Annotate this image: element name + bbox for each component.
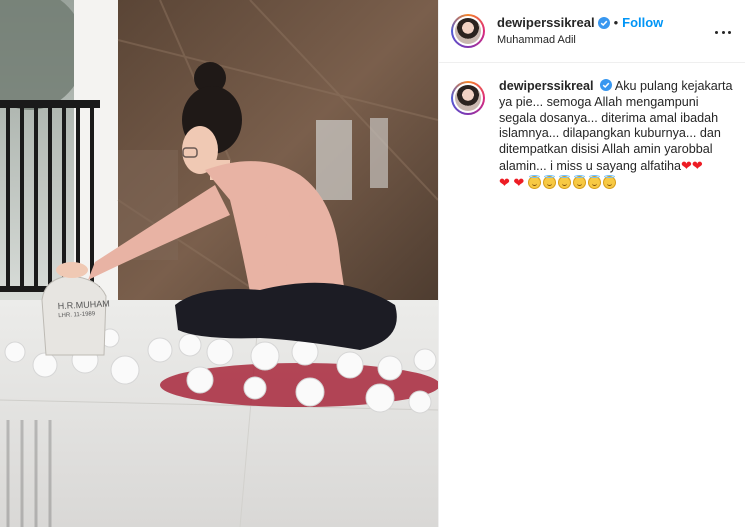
more-options-icon[interactable] (715, 24, 731, 40)
follow-button[interactable]: Follow (622, 15, 663, 31)
author-avatar[interactable] (451, 14, 485, 48)
caption-username-link[interactable]: dewiperssikreal (499, 79, 594, 93)
caption-comment: dewiperssikreal Aku pulang kejakarta ya … (439, 63, 745, 192)
post-side-panel: dewiperssikreal • Follow Muhammad Adil d… (438, 0, 745, 527)
smiling-halo-emoji-icon (542, 174, 556, 189)
emoji-row: ❤ ❤ (499, 174, 618, 190)
instagram-post: H.R.MUHAM LHR. 11-1989 dewiperssikreal •… (0, 0, 745, 527)
smiling-halo-emoji-icon (572, 174, 586, 189)
location-link[interactable]: Muhammad Adil (497, 32, 663, 48)
heart-emoji-icon: ❤ (513, 174, 525, 190)
header-text: dewiperssikreal • Follow Muhammad Adil (497, 15, 663, 48)
caption-verified-badge-icon (600, 79, 613, 91)
heart-emoji-icon: ❤ (681, 157, 692, 173)
caption-body: dewiperssikreal Aku pulang kejakarta ya … (499, 79, 733, 192)
smiling-halo-emoji-icon (602, 174, 616, 189)
heart-emoji-icon: ❤ (499, 174, 510, 190)
separator-dot: • (613, 14, 619, 30)
headstone-inscription: H.R.MUHAM LHR. 11-1989 (58, 298, 110, 321)
heart-emoji-icon: ❤ (691, 157, 703, 173)
smiling-halo-emoji-icon (557, 174, 571, 189)
smiling-halo-emoji-icon (527, 174, 541, 189)
verified-badge-icon (597, 16, 610, 29)
post-header: dewiperssikreal • Follow Muhammad Adil (439, 0, 745, 63)
caption-author-avatar[interactable] (451, 81, 485, 115)
post-photo[interactable]: H.R.MUHAM LHR. 11-1989 (0, 0, 438, 527)
photo-illustration (0, 0, 438, 527)
avatar-image (455, 18, 481, 44)
smiling-halo-emoji-icon (587, 174, 601, 189)
author-username-link[interactable]: dewiperssikreal (497, 15, 595, 31)
